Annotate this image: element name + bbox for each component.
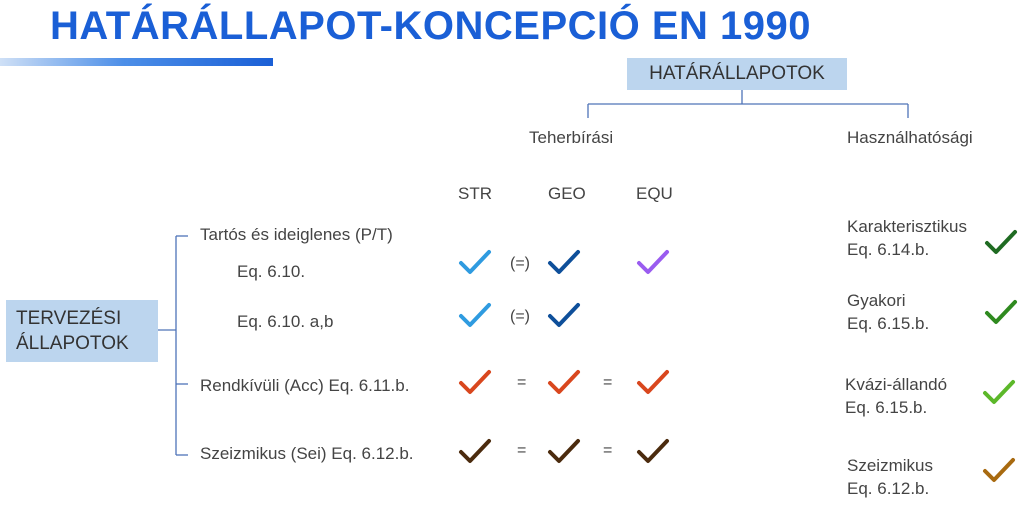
check-icon-geo-p2 bbox=[548, 303, 580, 327]
check-icon-str-p2 bbox=[459, 303, 491, 327]
check-icon-equ-p1 bbox=[637, 250, 669, 274]
check-icon-equ-sei bbox=[637, 439, 669, 463]
equal-paren-1: (=) bbox=[510, 255, 530, 272]
limit-states-box: HATÁRÁLLAPOTOK bbox=[627, 58, 847, 90]
equal-sign-sei-2: = bbox=[603, 442, 613, 459]
sls-characteristic-name: Karakterisztikus bbox=[847, 217, 967, 236]
design-situations-box: TERVEZÉSI ÁLLAPOTOK bbox=[6, 300, 158, 362]
sls-frequent-name: Gyakori bbox=[847, 291, 906, 310]
row-accidental-label: Rendkívüli (Acc) Eq. 6.11.b. bbox=[200, 376, 410, 395]
check-icon-str-p1 bbox=[459, 250, 491, 274]
equal-sign-acc-2: = bbox=[603, 374, 613, 391]
check-icon-geo-acc bbox=[548, 370, 580, 394]
check-icon-characteristic bbox=[985, 230, 1017, 254]
equal-sign-acc-1: = bbox=[517, 374, 527, 391]
row-eq-6-10ab: Eq. 6.10. a,b bbox=[237, 312, 334, 331]
check-icon-sls-seismic bbox=[983, 458, 1015, 482]
check-icon-str-sei bbox=[459, 439, 491, 463]
sls-quasi-permanent-eq: Eq. 6.15.b. bbox=[845, 398, 928, 417]
design-box-line1: TERVEZÉSI bbox=[16, 308, 122, 329]
check-icon-equ-acc bbox=[637, 370, 669, 394]
check-icon-geo-sei bbox=[548, 439, 580, 463]
row-persistent-label: Tartós és ideiglenes (P/T) bbox=[200, 225, 393, 244]
check-icon-quasi-permanent bbox=[983, 380, 1015, 404]
check-icon-frequent bbox=[985, 300, 1017, 324]
row-eq-6-10: Eq. 6.10. bbox=[237, 262, 306, 281]
sls-frequent-eq: Eq. 6.15.b. bbox=[847, 314, 930, 333]
equal-sign-sei-1: = bbox=[517, 442, 527, 459]
branch-load-bearing: Teherbírási bbox=[529, 128, 614, 147]
check-icon-geo-p1 bbox=[548, 250, 580, 274]
column-equ: EQU bbox=[636, 184, 673, 203]
column-str: STR bbox=[458, 184, 492, 203]
sls-seismic-name: Szeizmikus bbox=[847, 456, 933, 475]
branch-serviceability: Használhatósági bbox=[847, 128, 973, 147]
column-geo: GEO bbox=[548, 184, 586, 203]
sls-quasi-permanent-name: Kvázi-állandó bbox=[845, 375, 948, 394]
check-icon-str-acc bbox=[459, 370, 491, 394]
equal-paren-2: (=) bbox=[510, 308, 530, 325]
row-seismic-label: Szeizmikus (Sei) Eq. 6.12.b. bbox=[200, 444, 414, 463]
sls-characteristic-eq: Eq. 6.14.b. bbox=[847, 240, 930, 259]
design-box-line2: ÁLLAPOTOK bbox=[16, 333, 129, 354]
sls-seismic-eq: Eq. 6.12.b. bbox=[847, 479, 930, 498]
